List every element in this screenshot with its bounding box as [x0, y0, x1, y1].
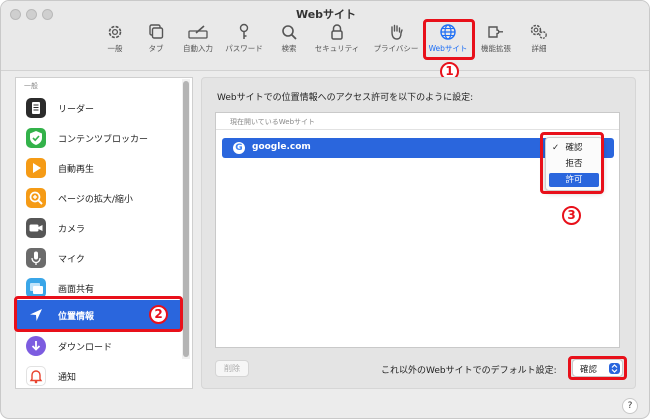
download-icon [26, 336, 46, 356]
zoom-icon [26, 188, 46, 208]
lock-icon [331, 24, 343, 40]
delete-button[interactable]: 削除 [215, 360, 249, 377]
extensions-icon [488, 26, 503, 38]
tabs-icon [149, 24, 164, 39]
toolbar: Webサイト 一般 タブ 自動入力 パスワード 検索 セキュリティ プライバシー [1, 1, 649, 71]
reader-icon [26, 98, 46, 118]
sidebar-item-page-zoom[interactable]: ページの拡大/縮小 [16, 183, 184, 213]
sidebar-item-label: ページの拡大/縮小 [58, 195, 133, 205]
preferences-window: Webサイト 一般 タブ 自動入力 パスワード 検索 セキュリティ プライバシー [0, 0, 650, 419]
sidebar-item-notifications[interactable]: 通知 [16, 361, 184, 388]
sidebar-item-label: リーダー [58, 105, 95, 115]
sidebar-item-label: 自動再生 [58, 165, 95, 175]
sidebar-item-label: ダウンロード [58, 343, 113, 353]
default-setting-label: これ以外のWebサイトでのデフォルト設定: [381, 366, 557, 376]
microphone-icon [26, 248, 46, 268]
camera-icon [26, 218, 46, 238]
sidebar-item-microphone[interactable]: マイク [16, 243, 184, 273]
toolbar-tab-search[interactable]: 検索 [263, 21, 315, 61]
toolbar-tab-advanced[interactable]: 詳細 [513, 21, 565, 61]
toolbar-tab-privacy[interactable]: プライバシー [370, 21, 422, 61]
sidebar-item-label: 通知 [58, 373, 77, 383]
notification-icon [26, 366, 46, 386]
autoplay-icon [26, 158, 46, 178]
key-icon [239, 23, 249, 39]
content-blocker-icon [26, 128, 46, 148]
toolbar-label: 詳細 [531, 44, 547, 53]
toolbar-tab-autofill[interactable]: 自動入力 [172, 21, 224, 61]
google-favicon-icon: G [233, 142, 245, 154]
autofill-icon [188, 25, 208, 39]
search-icon [282, 25, 297, 40]
permission-description: Webサイトでの位置情報へのアクセス許可を以下のように設定: [217, 93, 474, 103]
list-divider [216, 129, 619, 130]
annotation-badge-3: 3 [562, 206, 581, 225]
sidebar-item-content-blockers[interactable]: コンテンツブロッカー [16, 123, 184, 153]
advanced-gear-icon [530, 24, 547, 39]
highlight-websites-tab [423, 19, 475, 60]
sidebar-item-downloads[interactable]: ダウンロード [16, 331, 184, 361]
toolbar-label: セキュリティ [314, 44, 360, 53]
toolbar-tab-security[interactable]: セキュリティ [311, 21, 363, 61]
sidebar-section-header: 一般 [24, 82, 38, 90]
annotation-badge-2: 2 [149, 305, 168, 324]
highlight-default-select [568, 356, 627, 380]
window-title: Webサイト [295, 8, 357, 21]
sidebar-item-label: カメラ [58, 225, 86, 235]
sidebar-item-label: マイク [58, 255, 85, 265]
help-button[interactable]: ? [622, 398, 638, 414]
screen-sharing-icon [26, 278, 46, 298]
gear-icon [108, 25, 122, 39]
hand-icon [391, 24, 403, 40]
sidebar-item-reader[interactable]: リーダー [16, 93, 184, 123]
sidebar-item-camera[interactable]: カメラ [16, 213, 184, 243]
sidebar-scroll-thumb[interactable] [183, 81, 189, 357]
toolbar-label: プライバシー [373, 44, 419, 53]
sidebar-scrollbar[interactable] [182, 79, 190, 359]
sidebar: 一般 リーダー コンテンツブロッカー 自動再生 ページの拡大/縮小 カメラ マイ… [15, 77, 193, 389]
list-header: 現在開いているWebサイト [230, 118, 316, 126]
toolbar-label: 自動入力 [183, 44, 213, 53]
toolbar-label: 検索 [281, 44, 297, 53]
sidebar-item-autoplay[interactable]: 自動再生 [16, 153, 184, 183]
highlight-popup-menu [540, 132, 604, 194]
sidebar-item-label: コンテンツブロッカー [58, 135, 149, 145]
website-name: google.com [252, 142, 311, 152]
sidebar-item-label: 画面共有 [58, 285, 95, 295]
